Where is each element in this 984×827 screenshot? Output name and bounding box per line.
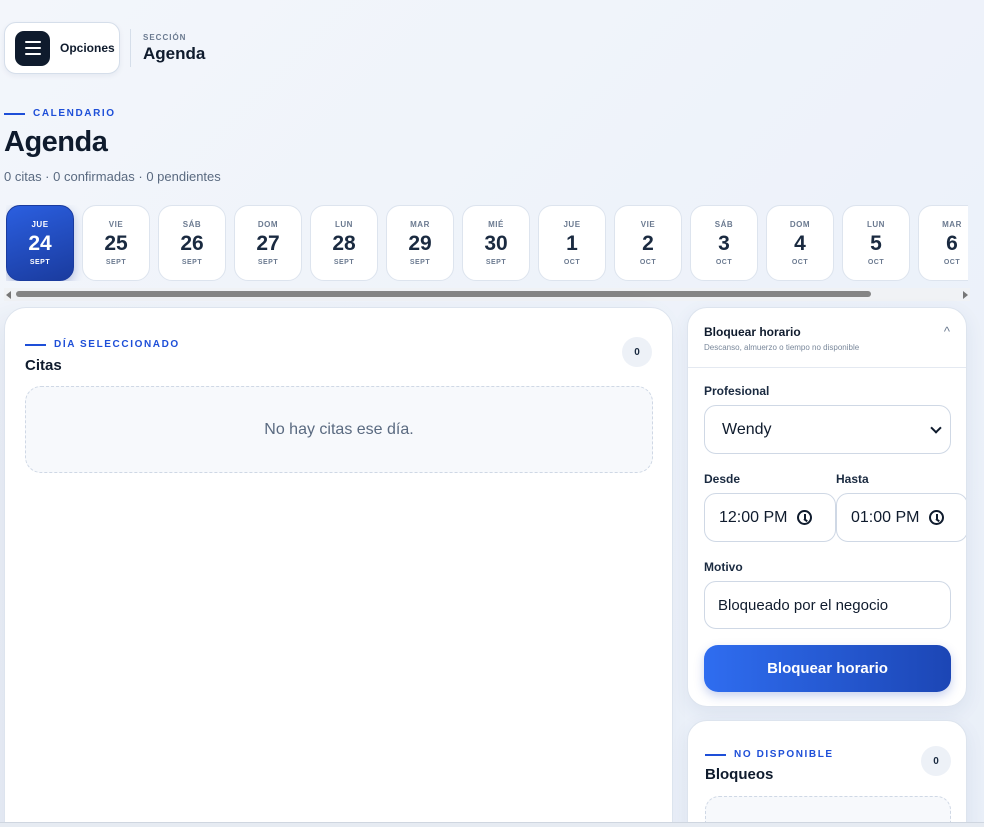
collapse-caret-icon[interactable]: ^ xyxy=(944,324,950,339)
profesional-select[interactable]: Wendy xyxy=(704,405,951,454)
day-button[interactable]: JUE 1 OCT xyxy=(538,205,606,281)
day-button[interactable]: JUE 24 SEPT xyxy=(6,205,74,281)
profesional-selected-value: Wendy xyxy=(722,420,772,438)
clock-icon[interactable] xyxy=(797,510,813,525)
day-month: SEPT xyxy=(29,258,51,266)
day-number: 28 xyxy=(332,232,356,256)
options-menu-button[interactable]: Opciones xyxy=(4,22,120,74)
blocks-card: NO DISPONIBLE Bloqueos 0 xyxy=(687,720,967,827)
day-button[interactable]: MAR 29 SEPT xyxy=(386,205,454,281)
day-button[interactable]: DOM 27 SEPT xyxy=(234,205,302,281)
day-of-week: DOM xyxy=(789,220,811,230)
appointments-title: Citas xyxy=(25,357,62,374)
day-of-week: MIÉ xyxy=(488,220,504,230)
day-of-week: JUE xyxy=(563,220,581,230)
appointments-count-badge: 0 xyxy=(622,337,652,367)
profesional-label: Profesional xyxy=(704,384,770,398)
scroll-left-arrow-icon[interactable] xyxy=(6,291,11,299)
top-bar: Opciones SECCIÓN Agenda xyxy=(4,22,205,74)
day-of-week: LUN xyxy=(335,220,353,230)
day-month: OCT xyxy=(943,258,961,266)
day-number: 29 xyxy=(408,232,432,256)
page-title: Agenda xyxy=(4,126,108,158)
day-month: SEPT xyxy=(181,258,203,266)
day-selector-strip: JUE 24 SEPT VIE 25 SEPT SÁB 26 SEPT DOM 27 SEPT LUN 2… xyxy=(6,205,968,281)
appointments-card: DÍA SELECCIONADO Citas 0 No hay citas es… xyxy=(4,307,673,827)
day-month: SEPT xyxy=(485,258,507,266)
day-number: 2 xyxy=(642,232,654,256)
day-button[interactable]: VIE 2 OCT xyxy=(614,205,682,281)
motivo-input[interactable]: Bloqueado por el negocio xyxy=(704,581,951,629)
day-month: OCT xyxy=(563,258,581,266)
day-button[interactable]: SÁB 3 OCT xyxy=(690,205,758,281)
day-of-week: JUE xyxy=(31,220,49,230)
day-month: SEPT xyxy=(333,258,355,266)
page-kicker: CALENDARIO xyxy=(4,108,116,119)
chevron-down-icon xyxy=(930,421,942,434)
day-button[interactable]: MIÉ 30 SEPT xyxy=(462,205,530,281)
window-bottom-edge xyxy=(0,822,984,827)
day-button[interactable]: VIE 25 SEPT xyxy=(82,205,150,281)
block-schedule-button[interactable]: Bloquear horario xyxy=(704,645,951,692)
blocks-count-badge: 0 xyxy=(921,746,951,776)
day-number: 24 xyxy=(28,232,52,256)
clock-icon[interactable] xyxy=(929,510,945,525)
block-schedule-header[interactable]: Bloquear horario Descanso, almuerzo o ti… xyxy=(688,308,966,368)
day-of-week: VIE xyxy=(108,220,124,230)
day-button[interactable]: LUN 28 SEPT xyxy=(310,205,378,281)
day-of-week: SÁB xyxy=(714,220,734,230)
page-subtitle: 0 citas · 0 confirmadas · 0 pendientes xyxy=(4,169,221,184)
scroll-right-arrow-icon[interactable] xyxy=(963,291,968,299)
day-number: 6 xyxy=(946,232,958,256)
block-schedule-title: Bloquear horario xyxy=(704,325,801,339)
day-button[interactable]: MAR 6 OCT xyxy=(918,205,968,281)
day-number: 4 xyxy=(794,232,806,256)
section-indicator: SECCIÓN Agenda xyxy=(143,33,205,64)
scrollbar-thumb[interactable] xyxy=(16,291,871,297)
day-of-week: LUN xyxy=(867,220,885,230)
block-schedule-card: Bloquear horario Descanso, almuerzo o ti… xyxy=(687,307,967,707)
day-of-week: DOM xyxy=(257,220,279,230)
day-month: SEPT xyxy=(105,258,127,266)
day-button[interactable]: LUN 5 OCT xyxy=(842,205,910,281)
day-month: SEPT xyxy=(257,258,279,266)
hasta-time-value: 01:00 PM xyxy=(851,508,920,526)
day-number: 1 xyxy=(566,232,578,256)
hamburger-icon xyxy=(15,30,50,66)
day-strip-scrollbar[interactable] xyxy=(4,288,970,301)
hasta-label: Hasta xyxy=(836,472,869,486)
day-number: 26 xyxy=(180,232,204,256)
topbar-divider xyxy=(130,29,131,67)
desde-label: Desde xyxy=(704,472,741,486)
day-button[interactable]: SÁB 26 SEPT xyxy=(158,205,226,281)
day-number: 27 xyxy=(256,232,280,256)
blocks-kicker: NO DISPONIBLE xyxy=(705,749,834,760)
section-kicker: SECCIÓN xyxy=(143,32,187,42)
desde-time-input[interactable]: 12:00 PM xyxy=(704,493,836,542)
blocks-title: Bloqueos xyxy=(705,766,774,783)
motivo-label: Motivo xyxy=(704,560,743,574)
day-button[interactable]: DOM 4 OCT xyxy=(766,205,834,281)
day-month: SEPT xyxy=(409,258,431,266)
day-of-week: SÁB xyxy=(182,220,202,230)
day-number: 3 xyxy=(718,232,730,256)
day-number: 5 xyxy=(870,232,882,256)
options-menu-label: Opciones xyxy=(60,41,115,55)
day-of-week: MAR xyxy=(410,220,430,230)
day-number: 30 xyxy=(484,232,508,256)
day-of-week: VIE xyxy=(640,220,656,230)
day-month: OCT xyxy=(791,258,809,266)
day-of-week: MAR xyxy=(942,220,962,230)
section-title: Agenda xyxy=(143,43,206,63)
day-month: OCT xyxy=(639,258,657,266)
appointments-kicker: DÍA SELECCIONADO xyxy=(25,339,180,350)
appointments-empty-state: No hay citas ese día. xyxy=(25,386,653,473)
hasta-time-input[interactable]: 01:00 PM xyxy=(836,493,966,542)
desde-time-value: 12:00 PM xyxy=(719,508,788,526)
day-month: OCT xyxy=(715,258,733,266)
day-number: 25 xyxy=(104,232,128,256)
day-month: OCT xyxy=(867,258,885,266)
block-schedule-hint: Descanso, almuerzo o tiempo no disponibl… xyxy=(704,343,860,352)
